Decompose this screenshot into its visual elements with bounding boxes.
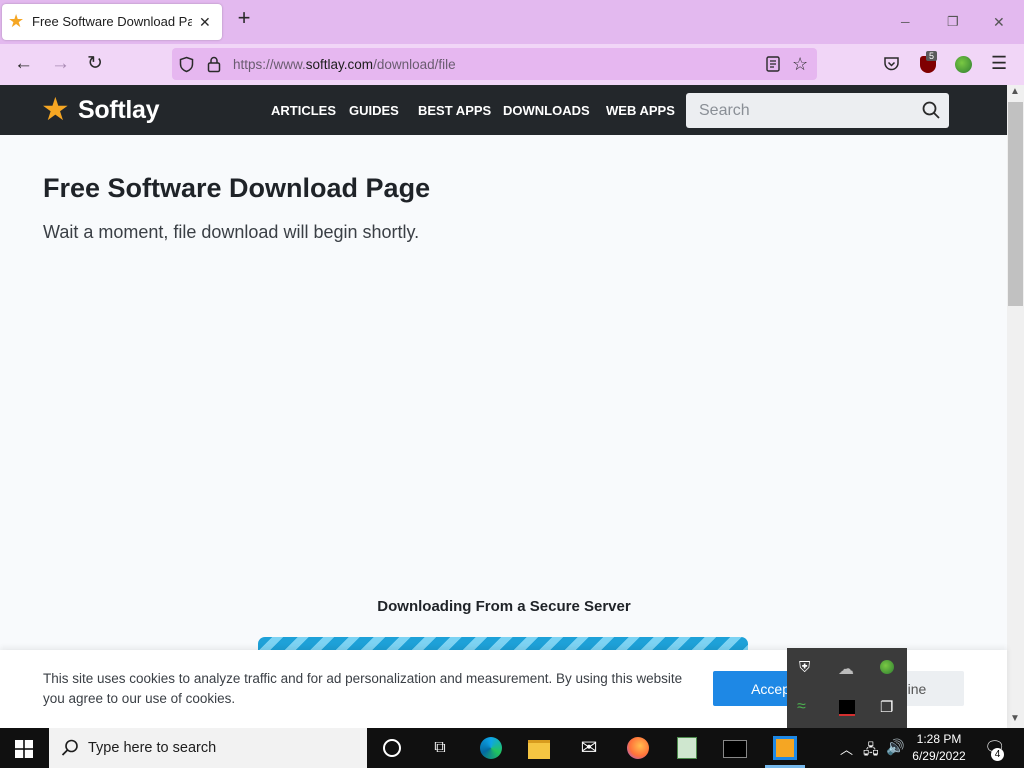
tab-close-icon[interactable]: ✕ — [199, 14, 211, 30]
tab-favicon-star-icon: ★ — [8, 11, 25, 31]
new-tab-button[interactable]: + — [233, 7, 255, 29]
cortana-icon[interactable] — [380, 736, 404, 760]
pocket-icon[interactable] — [883, 56, 900, 72]
lock-icon[interactable] — [206, 55, 222, 73]
ublock-badge: 5 — [926, 51, 938, 61]
close-window-button[interactable]: ✕ — [993, 14, 1005, 30]
scrollbar-thumb[interactable] — [1008, 102, 1023, 306]
volume-icon[interactable]: 🔊 — [886, 738, 905, 756]
bookmark-star-icon[interactable]: ☆ — [792, 55, 808, 73]
forward-icon[interactable]: → — [51, 54, 70, 73]
onedrive-cloud-icon[interactable]: ☁ — [838, 659, 854, 679]
tray-copy-icon[interactable]: ❐ — [880, 698, 893, 716]
taskbar-search-text: Type here to search — [88, 740, 217, 756]
scroll-up-icon[interactable]: ▲ — [1010, 86, 1020, 97]
url-text[interactable]: https://www.softlay.com/download/file — [233, 57, 456, 72]
cookie-text: This site uses cookies to analyze traffi… — [43, 671, 683, 706]
notepad-icon[interactable] — [675, 736, 699, 760]
nav-web-apps[interactable]: WEB APPS — [606, 103, 675, 118]
edge-icon[interactable] — [479, 736, 503, 760]
tray-globe-icon[interactable] — [880, 660, 894, 674]
windows-start-icon[interactable] — [15, 740, 33, 758]
menu-icon[interactable]: ☰ — [991, 54, 1007, 72]
back-icon[interactable]: ← — [14, 54, 33, 73]
taskbar-clock[interactable]: 1:28 PM 6/29/2022 — [905, 731, 973, 765]
extension-globe-icon[interactable] — [955, 56, 972, 73]
tray-monitor-icon[interactable] — [839, 700, 855, 716]
site-search-placeholder: Search — [699, 102, 750, 119]
logo-star-icon[interactable]: ★ — [41, 92, 70, 126]
virtualbox-icon[interactable] — [773, 736, 797, 760]
tab-title: Free Software Download Page - — [32, 14, 192, 29]
clock-time: 1:28 PM — [916, 732, 962, 746]
scroll-down-icon[interactable]: ▼ — [1010, 713, 1020, 724]
task-view-icon[interactable]: ⧉ — [428, 736, 452, 760]
reload-icon[interactable]: ↻ — [87, 54, 103, 73]
tab-active[interactable]: ★ Free Software Download Page - ✕ — [2, 4, 222, 40]
defender-shield-icon[interactable]: ⛨ — [799, 659, 810, 676]
nav-downloads[interactable]: DOWNLOADS — [503, 103, 590, 118]
nav-articles[interactable]: ARTICLES — [271, 103, 336, 118]
nav-best-apps[interactable]: BEST APPS — [418, 103, 491, 118]
notification-count-badge: 4 — [991, 748, 1004, 761]
reader-icon[interactable] — [766, 56, 780, 72]
tray-chevron-icon[interactable]: ︿ — [840, 739, 853, 758]
tray-green-app-icon[interactable]: ≈ — [797, 698, 806, 716]
network-icon[interactable]: 🖧 — [863, 739, 879, 763]
secure-server-label: Downloading From a Secure Server — [377, 598, 631, 615]
minimize-button[interactable]: ─ — [901, 14, 910, 30]
site-logo[interactable]: Softlay — [78, 96, 160, 125]
terminal-icon[interactable] — [723, 736, 747, 760]
download-progress-bar — [258, 637, 748, 651]
file-explorer-icon[interactable] — [527, 736, 551, 760]
url-domain: softlay.com — [305, 57, 374, 72]
firefox-icon[interactable] — [626, 736, 650, 760]
page-subtitle: Wait a moment, file download will begin … — [43, 222, 420, 242]
search-icon[interactable] — [922, 101, 940, 119]
url-path: /download/file — [373, 57, 456, 72]
restore-button[interactable]: ❐ — [947, 14, 959, 30]
page-title: Free Software Download Page — [43, 173, 431, 203]
taskbar-search-icon — [61, 739, 78, 756]
url-prefix: https://www. — [233, 57, 306, 72]
nav-guides[interactable]: GUIDES — [349, 103, 399, 118]
clock-date: 6/29/2022 — [912, 749, 966, 763]
shield-icon[interactable] — [178, 56, 195, 73]
mail-icon[interactable]: ✉ — [577, 736, 601, 760]
